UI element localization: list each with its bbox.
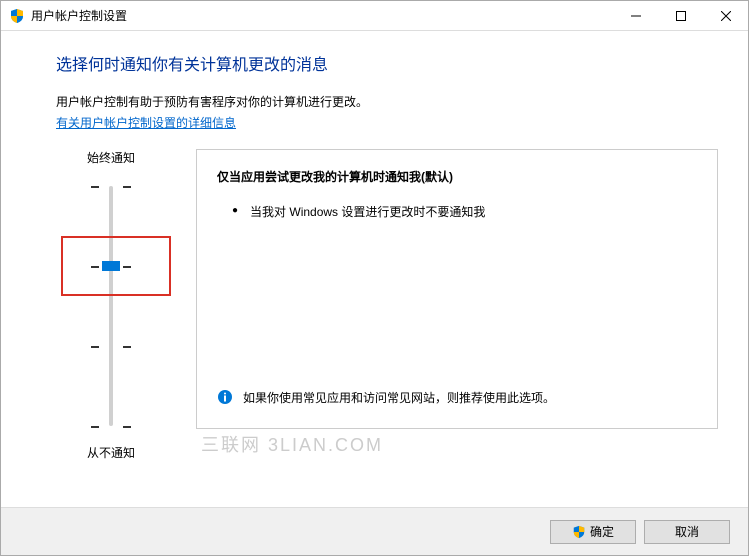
titlebar: 用户帐户控制设置 bbox=[1, 1, 748, 31]
description-text: 用户帐户控制有助于预防有害程序对你的计算机进行更改。 bbox=[56, 93, 718, 110]
shield-icon bbox=[9, 8, 25, 24]
cancel-label: 取消 bbox=[675, 523, 699, 540]
help-link[interactable]: 有关用户帐户控制设置的详细信息 bbox=[56, 116, 236, 130]
info-bullet: ● 当我对 Windows 设置进行更改时不要通知我 bbox=[232, 203, 697, 220]
shield-icon bbox=[572, 525, 586, 539]
maximize-button[interactable] bbox=[658, 1, 703, 30]
slider-track bbox=[109, 186, 113, 426]
slider-top-label: 始终通知 bbox=[66, 149, 156, 166]
slider-tick bbox=[91, 426, 131, 428]
info-note-text: 如果你使用常见应用和访问常见网站，则推荐使用此选项。 bbox=[243, 389, 555, 407]
slider-thumb[interactable] bbox=[102, 261, 120, 271]
info-title: 仅当应用尝试更改我的计算机时通知我(默认) bbox=[217, 168, 697, 185]
notification-slider[interactable] bbox=[66, 176, 156, 436]
content-area: 选择何时通知你有关计算机更改的消息 用户帐户控制有助于预防有害程序对你的计算机进… bbox=[1, 31, 748, 461]
page-heading: 选择何时通知你有关计算机更改的消息 bbox=[56, 51, 718, 75]
window-title: 用户帐户控制设置 bbox=[31, 7, 613, 24]
bullet-text: 当我对 Windows 设置进行更改时不要通知我 bbox=[250, 203, 485, 220]
ok-label: 确定 bbox=[590, 523, 614, 540]
uac-settings-window: 用户帐户控制设置 选择何时通知你有关计算机更改的消息 用户帐户控制有助于预防有害… bbox=[0, 0, 749, 556]
slider-area: 始终通知 从不通知 bbox=[56, 149, 186, 461]
info-icon bbox=[217, 389, 233, 408]
slider-tick bbox=[91, 346, 131, 348]
bullet-icon: ● bbox=[232, 203, 238, 220]
slider-tick bbox=[91, 186, 131, 188]
close-button[interactable] bbox=[703, 1, 748, 30]
info-panel: 仅当应用尝试更改我的计算机时通知我(默认) ● 当我对 Windows 设置进行… bbox=[196, 149, 718, 429]
window-controls bbox=[613, 1, 748, 30]
minimize-button[interactable] bbox=[613, 1, 658, 30]
main-area: 始终通知 从不通知 仅当应用尝试更改我的计算机时通知我(默认) ● 当我对 Wi… bbox=[56, 149, 718, 461]
cancel-button[interactable]: 取消 bbox=[644, 520, 730, 544]
slider-bottom-label: 从不通知 bbox=[66, 444, 156, 461]
info-note: 如果你使用常见应用和访问常见网站，则推荐使用此选项。 bbox=[217, 389, 697, 408]
button-bar: 确定 取消 bbox=[1, 507, 748, 555]
ok-button[interactable]: 确定 bbox=[550, 520, 636, 544]
